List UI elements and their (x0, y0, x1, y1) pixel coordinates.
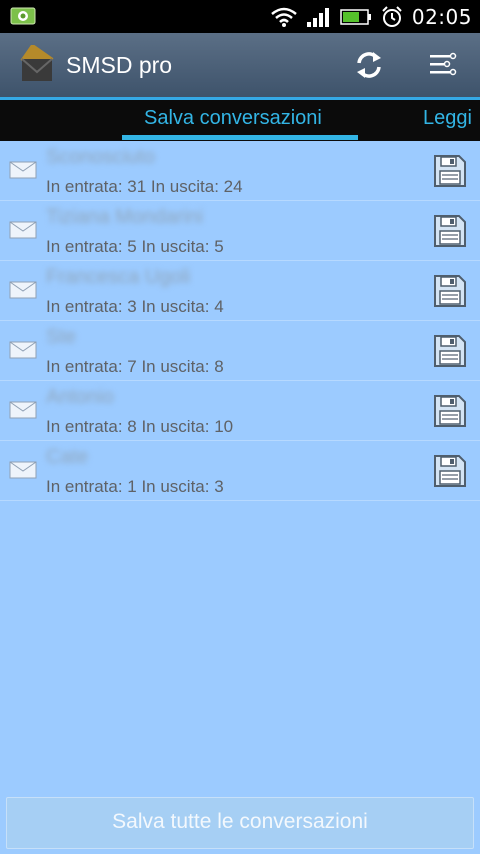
list-item[interactable]: Cate In entrata: 1 In uscita: 3 (0, 441, 480, 501)
notification-app-icon (10, 7, 36, 25)
save-icon[interactable] (432, 273, 468, 309)
status-bar: 02:05 (0, 0, 480, 33)
list-item[interactable]: Sconosciuto In entrata: 31 In uscita: 24 (0, 141, 480, 201)
refresh-button[interactable] (351, 47, 387, 83)
envelope-icon (9, 341, 37, 359)
envelope-icon (9, 221, 37, 239)
tab-bar: Salva conversazioni Leggi (0, 100, 480, 141)
save-icon[interactable] (432, 393, 468, 429)
alarm-icon (382, 6, 402, 27)
envelope-icon (9, 401, 37, 419)
tab-salva-conversazioni[interactable]: Salva conversazioni (144, 107, 322, 130)
save-icon[interactable] (432, 453, 468, 489)
save-icon[interactable] (432, 333, 468, 369)
status-time: 02:05 (411, 5, 472, 29)
save-icon[interactable] (432, 153, 468, 189)
list-item[interactable]: Francesca Ugoli In entrata: 3 In uscita:… (0, 261, 480, 321)
message-counts: In entrata: 5 In uscita: 5 (46, 237, 224, 256)
list-item[interactable]: Tiziana Mondarini In entrata: 5 In uscit… (0, 201, 480, 261)
conversation-list: Sconosciuto In entrata: 31 In uscita: 24… (0, 141, 480, 501)
contact-name: Ste (46, 326, 77, 348)
message-counts: In entrata: 7 In uscita: 8 (46, 357, 224, 376)
app-title: SMSD pro (66, 52, 173, 78)
contact-name: Tiziana Mondarini (46, 206, 204, 228)
wifi-icon (271, 7, 297, 27)
signal-icon (306, 8, 329, 27)
contact-name: Sconosciuto (46, 146, 155, 168)
contact-name: Antonio (46, 386, 114, 408)
app-logo-icon (20, 45, 54, 81)
contact-name: Francesca Ugoli (46, 266, 191, 288)
envelope-icon (9, 461, 37, 479)
tab-selected-indicator (122, 135, 358, 140)
message-counts: In entrata: 8 In uscita: 10 (46, 417, 234, 436)
settings-icon[interactable] (424, 47, 460, 83)
envelope-icon (9, 161, 37, 179)
envelope-icon (9, 281, 37, 299)
action-bar: SMSD pro (0, 33, 480, 97)
contact-name: Cate (46, 446, 89, 468)
save-icon[interactable] (432, 213, 468, 249)
save-all-label: Salva tutte le conversazioni (112, 810, 368, 833)
tab-leggi[interactable]: Leggi (423, 107, 472, 130)
list-item[interactable]: Antonio In entrata: 8 In uscita: 10 (0, 381, 480, 441)
battery-icon (340, 9, 371, 25)
message-counts: In entrata: 31 In uscita: 24 (46, 177, 243, 196)
message-counts: In entrata: 3 In uscita: 4 (46, 297, 224, 316)
message-counts: In entrata: 1 In uscita: 3 (46, 477, 224, 496)
list-item[interactable]: Ste In entrata: 7 In uscita: 8 (0, 321, 480, 381)
save-all-button[interactable]: Salva tutte le conversazioni (6, 797, 474, 849)
